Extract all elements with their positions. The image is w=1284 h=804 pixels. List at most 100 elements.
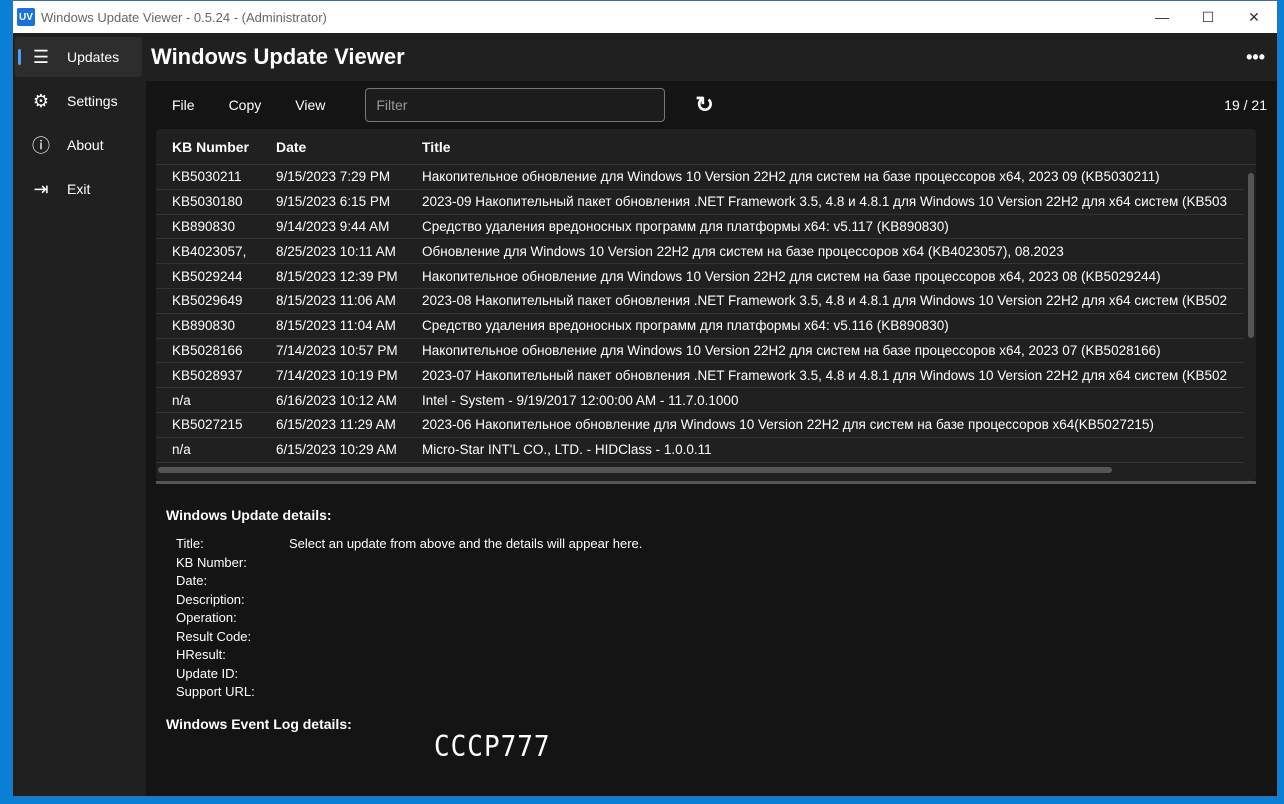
detail-label: Date: — [176, 573, 208, 588]
filter-input[interactable] — [365, 88, 666, 122]
event-log-heading: Windows Event Log details: — [166, 715, 352, 732]
table-row[interactable]: KB5030180 9/15/2023 6:15 PM 2023-09 Накопи… — [156, 190, 1244, 215]
kb-cell: KB5029244 — [172, 268, 243, 284]
title-cell: Средство удаления вредоносных программ д… — [422, 218, 949, 234]
splitter[interactable] — [156, 481, 1256, 484]
column-header-kb[interactable]: KB Number — [156, 139, 262, 155]
more-options-icon[interactable]: ••• — [1246, 47, 1265, 68]
detail-field: KB Number: — [166, 554, 642, 573]
kb-cell: KB890830 — [172, 318, 236, 334]
date-cell: 7/14/2023 10:57 PM — [276, 342, 398, 358]
copy-menu[interactable]: Copy — [229, 97, 262, 113]
table-row[interactable]: KB4023057, 8/25/2023 10:11 AM Обновление д… — [156, 239, 1244, 265]
detail-field: Description: — [166, 591, 642, 610]
title-cell: Обновление для Windows 10 Version 22H2 д… — [422, 243, 1064, 259]
sidebar-item-about[interactable]: ⓘ About — [15, 125, 142, 165]
title-cell: Накопительное обновление для Windows 10 … — [422, 268, 1161, 284]
date-cell: 6/15/2023 10:29 AM — [276, 442, 397, 458]
title-cell: 2023-06 Накопительное обновление для Win… — [422, 417, 1154, 433]
detail-field: HResult: — [166, 646, 642, 665]
date-cell: 8/15/2023 11:04 AM — [276, 318, 396, 334]
table-row[interactable]: KB5028166 7/14/2023 10:57 PM Накопительное… — [156, 339, 1244, 364]
kb-cell: n/a — [172, 442, 191, 458]
kb-cell: KB5027215 — [172, 417, 243, 433]
details-heading: Windows Update details: — [166, 507, 332, 523]
sidebar-item-label: Updates — [67, 49, 120, 65]
date-cell: 8/15/2023 12:39 PM — [276, 268, 398, 284]
detail-label: Support URL: — [176, 684, 255, 699]
date-cell: 9/15/2023 6:15 PM — [276, 194, 391, 210]
list-icon: ☰ — [32, 46, 50, 67]
info-icon: ⓘ — [32, 136, 50, 156]
title-bar: UV Windows Update Viewer - 0.5.24 - (Adm… — [13, 1, 1277, 33]
detail-field: Date: — [166, 572, 642, 591]
title-cell: Intel - System - 9/19/2017 12:00:00 AM -… — [422, 392, 739, 408]
title-cell: 2023-07 Накопительный пакет обновления .… — [422, 367, 1228, 383]
page-title: Windows Update Viewer — [151, 44, 405, 69]
maximize-icon[interactable]: ☐ — [1185, 9, 1231, 26]
date-cell: 6/15/2023 11:29 AM — [276, 417, 396, 433]
sidebar-item-label: About — [67, 137, 104, 153]
detail-label: KB Number: — [176, 554, 247, 570]
app-window: UV Windows Update Viewer - 0.5.24 - (Adm… — [12, 0, 1278, 797]
date-cell: 8/15/2023 11:06 AM — [276, 293, 396, 309]
date-cell: 6/16/2023 10:12 AM — [276, 392, 397, 408]
refresh-icon[interactable]: ↻ — [695, 92, 713, 118]
window-title: Windows Update Viewer - 0.5.24 - (Admini… — [41, 9, 327, 25]
kb-cell: KB5028166 — [172, 342, 243, 358]
sidebar-item-exit[interactable]: ⇥ Exit — [15, 169, 142, 209]
sidebar-item-label: Exit — [67, 181, 91, 197]
detail-field: Result Code: — [166, 628, 642, 647]
table-row[interactable]: n/a 6/15/2023 10:29 AM Micro-Star INT'L CO… — [156, 438, 1244, 463]
gear-icon: ⚙ — [32, 90, 50, 111]
watermark: CCCP777 — [434, 730, 551, 764]
kb-cell: KB5030211 — [172, 169, 242, 185]
table-row[interactable]: KB890830 9/14/2023 9:44 AM Средство удален… — [156, 215, 1244, 240]
table-row[interactable]: KB5028937 7/14/2023 10:19 PM 2023-07 Накоп… — [156, 363, 1244, 389]
toolbar: File Copy View ↻ 19 / 21 — [146, 81, 1277, 129]
table-header: KB Number Date Title — [156, 129, 1256, 165]
horizontal-scrollbar[interactable] — [158, 467, 1112, 473]
date-cell: 7/14/2023 10:19 PM — [276, 367, 398, 383]
view-menu[interactable]: View — [295, 97, 325, 113]
detail-field: Operation: — [166, 609, 642, 628]
title-cell: 2023-08 Накопительный пакет обновления .… — [422, 293, 1228, 309]
table-row[interactable]: KB890830 8/15/2023 11:04 AM Средство удале… — [156, 314, 1244, 339]
sidebar-item-settings[interactable]: ⚙ Settings — [15, 81, 142, 121]
detail-value: Select an update from above and the deta… — [289, 536, 643, 551]
date-cell: 9/15/2023 7:29 PM — [276, 169, 391, 185]
kb-cell: KB4023057, — [172, 243, 247, 259]
date-cell: 8/25/2023 10:11 AM — [276, 243, 396, 259]
detail-field: Title: Select an update from above and th… — [166, 535, 642, 554]
sidebar-item-updates[interactable]: ☰ Updates — [15, 37, 142, 77]
title-cell: Micro-Star INT'L CO., LTD. - HIDClass - … — [422, 442, 712, 458]
vertical-scrollbar[interactable] — [1248, 173, 1254, 338]
table-row[interactable]: n/a 6/16/2023 10:12 AM Intel - System - 9/… — [156, 388, 1244, 413]
sidebar-item-label: Settings — [67, 93, 118, 109]
file-menu[interactable]: File — [172, 97, 195, 113]
update-count: 19 / 21 — [1224, 97, 1267, 113]
kb-cell: KB890830 — [172, 218, 236, 234]
details-panel: Windows Update details: Title: Select an … — [166, 507, 642, 744]
table-row[interactable]: KB5030211 9/15/2023 7:29 PM Накопительное … — [156, 165, 1244, 190]
title-cell: Средство удаления вредоносных программ д… — [422, 318, 949, 334]
title-cell: Накопительное обновление для Windows 10 … — [422, 169, 1160, 185]
detail-label: HResult: — [176, 647, 226, 662]
exit-icon: ⇥ — [33, 178, 49, 199]
table-row[interactable]: KB5029244 8/15/2023 12:39 PM Накопительное… — [156, 264, 1244, 289]
detail-label: Description: — [176, 591, 245, 607]
kb-cell: KB5029649 — [172, 293, 243, 309]
column-header-title[interactable]: Title — [422, 139, 451, 155]
column-header-date[interactable]: Date — [262, 139, 422, 155]
app-logo: UV — [17, 8, 35, 26]
detail-field: Update ID: — [166, 665, 642, 684]
kb-cell: n/a — [172, 392, 191, 408]
close-icon[interactable]: ✕ — [1231, 9, 1277, 26]
detail-label: Update ID: — [176, 665, 239, 681]
title-cell: 2023-09 Накопительный пакет обновления .… — [422, 194, 1228, 210]
minimize-icon[interactable]: — — [1139, 9, 1185, 26]
detail-label: Operation: — [176, 610, 237, 625]
table-row[interactable]: KB5027215 6/15/2023 11:29 AM 2023-06 Накоп… — [156, 413, 1244, 438]
detail-label: Title: — [176, 536, 204, 551]
table-row[interactable]: KB5029649 8/15/2023 11:06 AM 2023-08 Накоп… — [156, 289, 1244, 314]
